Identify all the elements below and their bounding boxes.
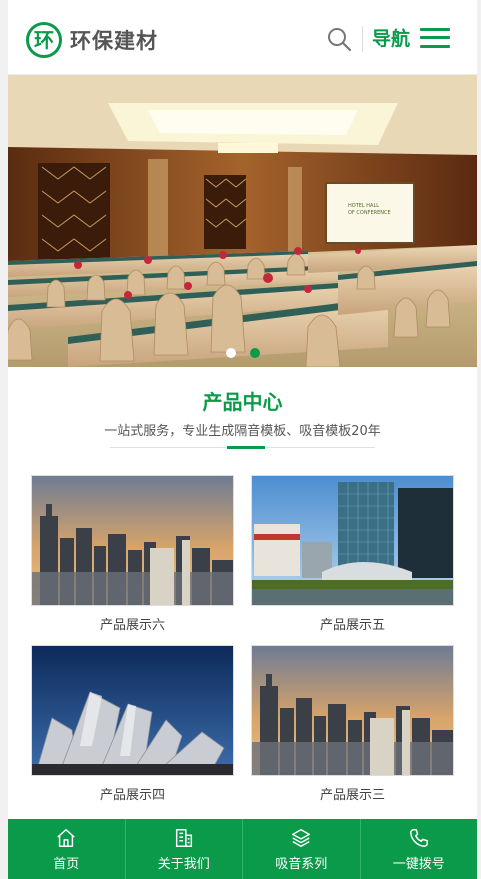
logo[interactable]: 环 环保建材 (26, 22, 158, 58)
banner-image-conference-room: HOTEL HALL OF CONFERENCE (8, 75, 477, 367)
bottom-nav-products[interactable]: 吸音系列 (243, 819, 361, 879)
nav-menu-button[interactable]: 导航 (372, 24, 451, 51)
section-subtitle: 一站式服务，专业生成隔音模板、吸音模板20年 (104, 424, 381, 439)
bottom-nav-about[interactable]: 关于我们 (126, 819, 243, 879)
hamburger-menu-icon (420, 27, 451, 48)
product-image (31, 475, 234, 606)
layers-icon (292, 828, 311, 847)
section-title: 产品中心 (202, 390, 283, 414)
bottom-nav-home[interactable]: 首页 (8, 819, 126, 879)
page: 环 环保建材 导航 HOTEL HALL OF CONFERENCE 产品中心 … (8, 0, 477, 879)
product-card[interactable]: 产品展示三 (251, 645, 454, 803)
product-image (251, 475, 454, 606)
banner-dot-1[interactable] (225, 348, 236, 358)
building-icon (175, 828, 192, 847)
product-caption: 产品展示四 (99, 788, 165, 803)
product-caption: 产品展示六 (99, 618, 165, 633)
banner-dot-2[interactable] (249, 348, 260, 358)
product-caption: 产品展示三 (319, 788, 385, 803)
header: 环 环保建材 导航 (8, 0, 477, 75)
bottom-nav-call[interactable]: 一键拨号 (361, 819, 478, 879)
logo-mark-icon: 环 (26, 22, 62, 58)
bottom-nav-label: 关于我们 (157, 856, 210, 872)
product-image (251, 645, 454, 776)
svg-text:OF CONFERENCE: OF CONFERENCE (348, 210, 391, 216)
logo-text: 环保建材 (70, 29, 158, 53)
bottom-nav-label: 一键拨号 (392, 856, 445, 872)
nav-label: 导航 (372, 28, 411, 50)
section-accent-bar (227, 446, 265, 449)
header-divider (362, 26, 363, 52)
product-card[interactable]: 产品展示四 (31, 645, 234, 803)
product-image (31, 645, 234, 776)
bottom-nav-label: 首页 (53, 856, 80, 872)
bottom-nav-label: 吸音系列 (275, 856, 328, 872)
banner-slider[interactable]: HOTEL HALL OF CONFERENCE (8, 75, 477, 367)
product-card[interactable]: 产品展示五 (251, 475, 454, 633)
product-caption: 产品展示五 (319, 618, 385, 633)
search-icon (328, 28, 352, 52)
svg-text:HOTEL HALL: HOTEL HALL (348, 203, 379, 209)
bottom-nav: 首页 关于我们 吸音系列 一键拨号 (8, 819, 477, 879)
search-button[interactable] (326, 26, 352, 52)
banner-pagination (8, 348, 477, 358)
product-card[interactable]: 产品展示六 (31, 475, 234, 633)
phone-icon (409, 828, 428, 847)
home-icon (57, 828, 75, 847)
